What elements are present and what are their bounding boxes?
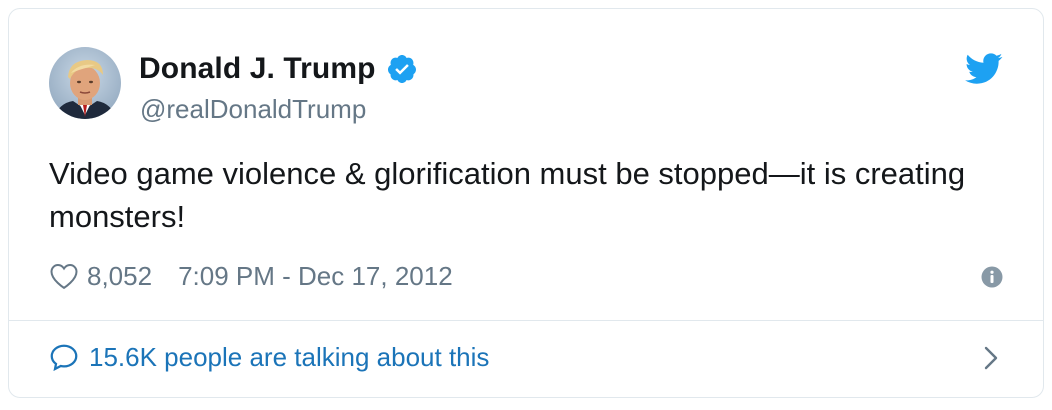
- verified-badge-icon: [386, 53, 418, 85]
- avatar-photo: [49, 47, 121, 119]
- speech-bubble-icon: [49, 343, 79, 372]
- like-count[interactable]: 8,052: [87, 261, 152, 292]
- tweet-timestamp[interactable]: 7:09 PM - Dec 17, 2012: [178, 261, 453, 292]
- talking-about-label[interactable]: 15.6K people are talking about this: [89, 342, 489, 373]
- avatar[interactable]: [49, 47, 121, 119]
- divider: [9, 320, 1043, 321]
- twitter-bird-icon[interactable]: [965, 53, 1003, 85]
- tweet-meta-row: 8,052 7:09 PM - Dec 17, 2012: [49, 259, 453, 293]
- display-name[interactable]: Donald J. Trump: [139, 52, 376, 86]
- tweet-text: Video game violence & glorification must…: [49, 156, 966, 234]
- chevron-right-icon[interactable]: [983, 345, 999, 371]
- embedded-tweet-card: Donald J. Trump @realDonaldTrump Video g…: [8, 8, 1044, 398]
- user-name-row[interactable]: Donald J. Trump: [139, 51, 418, 87]
- heart-icon[interactable]: [49, 262, 79, 290]
- user-handle[interactable]: @realDonaldTrump: [140, 94, 366, 125]
- info-icon[interactable]: [981, 266, 1003, 288]
- talking-about-link[interactable]: 15.6K people are talking about this: [49, 339, 489, 375]
